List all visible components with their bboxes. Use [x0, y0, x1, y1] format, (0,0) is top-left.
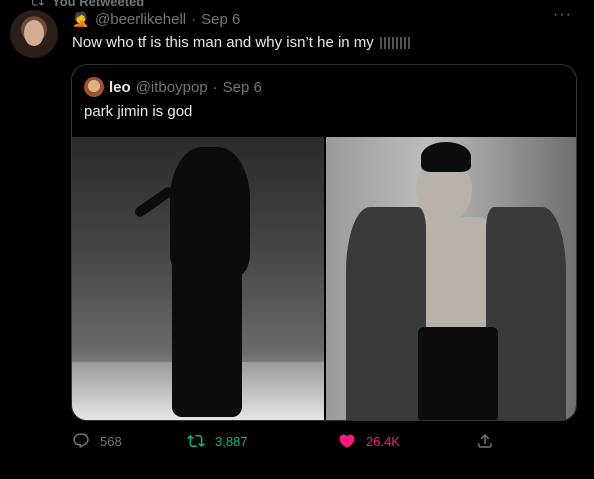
quoted-tweet-text: park jimin is god	[84, 103, 193, 120]
quoted-header-separator: ·	[212, 78, 218, 96]
author-handle[interactable]: @beerlikehell	[95, 11, 186, 28]
retweet-small-icon	[32, 0, 44, 6]
quoted-author-handle: @itboypop	[135, 78, 208, 96]
facepalm-emoji-icon: 🤦	[72, 10, 90, 27]
tweet-header: 🤦 @beerlikehell · Sep 6	[72, 10, 240, 28]
share-icon	[478, 433, 492, 448]
author-avatar[interactable]	[10, 10, 58, 58]
quoted-tweet-header: leo @itboypop · Sep 6	[84, 77, 262, 97]
retweet-icon	[187, 434, 205, 448]
more-options-icon[interactable]: ···	[553, 6, 572, 24]
header-separator: ·	[191, 10, 197, 28]
share-button[interactable]	[476, 432, 494, 450]
tweet-date[interactable]: Sep 6	[201, 11, 240, 28]
quoted-author-name: leo	[109, 78, 131, 96]
tweet-container[interactable]: You Retweeted 🤦 @beerlikehell · Sep 6 ··…	[0, 0, 594, 479]
photo-left[interactable]	[72, 137, 324, 420]
figure-hair	[421, 142, 471, 172]
retweet-count: 3,887	[215, 433, 248, 449]
quoted-author-avatar	[84, 77, 104, 97]
reply-button[interactable]: 568	[72, 432, 122, 450]
figure-pants	[418, 327, 498, 420]
figure-jacket-left	[346, 207, 426, 420]
censored-text-icon	[379, 37, 410, 50]
retweet-context-label: You Retweeted	[52, 0, 145, 8]
reply-icon	[73, 433, 89, 449]
figure-legs	[172, 257, 242, 417]
tweet-body: Now who tf is this man and why isn’t he …	[72, 34, 410, 51]
action-bar: 568 3,887 26.4K	[72, 432, 502, 454]
retweet-context: You Retweeted	[30, 0, 144, 8]
tweet-text: Now who tf is this man and why isn’t he …	[72, 34, 374, 51]
figure-ornament	[133, 185, 175, 219]
heart-icon	[339, 434, 355, 448]
like-count: 26.4K	[366, 433, 400, 449]
quoted-tweet-date: Sep 6	[222, 78, 262, 96]
quoted-media[interactable]	[72, 137, 576, 420]
like-button[interactable]: 26.4K	[338, 432, 400, 450]
photo-right[interactable]	[326, 137, 576, 420]
quoted-tweet[interactable]: leo @itboypop · Sep 6 park jimin is god	[71, 64, 577, 421]
figure-jacket-right	[486, 207, 566, 420]
reply-count: 568	[100, 433, 122, 449]
retweet-button[interactable]: 3,887	[187, 432, 248, 450]
